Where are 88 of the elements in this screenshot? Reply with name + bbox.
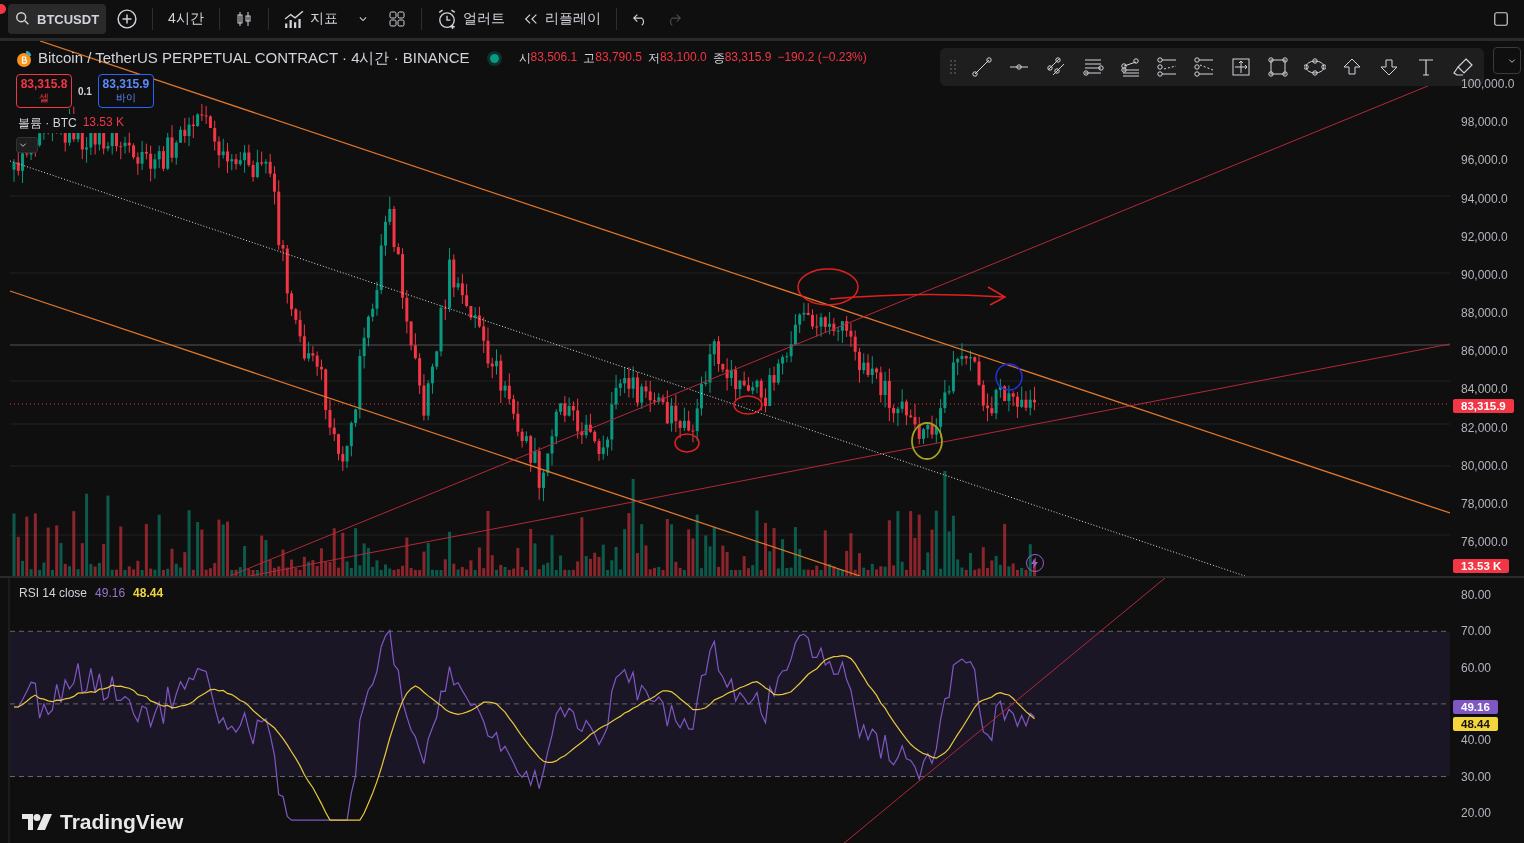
drawing-tool-button[interactable]: [1230, 56, 1252, 78]
rsi-tick: 40.00: [1461, 733, 1492, 748]
price-tick: 82,000.0: [1461, 420, 1508, 435]
price-tick: 96,000.0: [1461, 153, 1508, 168]
rsi-tick: 80.00: [1461, 588, 1492, 602]
ohlc-label: 시: [518, 50, 531, 67]
arrow-up-icon: [1341, 56, 1363, 78]
ohlc-value: 83,790.5: [595, 50, 642, 66]
arrow-down-icon: [1378, 56, 1400, 78]
drawing-tool-button[interactable]: [1156, 56, 1178, 78]
horizontal-ray-icon: [1008, 63, 1030, 71]
trend-line-icon: [971, 56, 993, 78]
fan-lines-icon: [1119, 56, 1141, 78]
drawing-tool-button[interactable]: [1045, 56, 1067, 78]
price-tick: 78,000.0: [1461, 496, 1508, 511]
rewind-icon: [522, 11, 539, 27]
last-price-badge: 83,315.9: [1453, 399, 1514, 413]
symbol-title: Bitcoin / TetherUS PERPETUAL CONTRACT · 4시간 · BINANCE: [38, 49, 470, 68]
ohlc-label: 종: [712, 50, 725, 67]
price-tick: 90,000.0: [1461, 267, 1508, 282]
symbol-search-button[interactable]: BTCUSDT: [8, 4, 107, 34]
annotation-circle: [733, 395, 763, 415]
order-quantity: 0.1: [78, 85, 92, 97]
buy-button[interactable]: 83,315.9 바이: [97, 74, 154, 108]
annotation-circle: [797, 268, 859, 306]
drawing-tool-button[interactable]: [1304, 56, 1326, 78]
price-tick: 98,000.0: [1461, 115, 1508, 130]
drawing-tool-button[interactable]: [1378, 56, 1400, 78]
replay-button[interactable]: 리플레이: [515, 4, 608, 34]
rsi-tick: 60.00: [1461, 660, 1492, 675]
rectangle-icon: [1267, 56, 1289, 78]
tradingview-logo-icon: [22, 814, 52, 830]
rsi-ma-value: 48.44: [133, 586, 164, 600]
rsi-tick: 70.00: [1461, 624, 1492, 639]
fib-extension-icon: [1193, 56, 1215, 78]
price-tick: 92,000.0: [1461, 229, 1508, 244]
drawing-tool-button[interactable]: [971, 56, 993, 78]
price-tick: 94,000.0: [1461, 191, 1508, 206]
ohlc-value: 83,506.1: [530, 50, 578, 66]
ohlc-label: 고: [583, 50, 596, 67]
rsi-ma-badge: 48.44: [1453, 717, 1498, 731]
parallel-lines-icon: [1045, 56, 1067, 78]
indicators-button[interactable]: 지표: [276, 4, 345, 34]
rsi-tick: 30.00: [1461, 769, 1492, 784]
ohlc-label: 저: [647, 50, 660, 67]
horizontal-lines-icon: [1082, 56, 1104, 78]
price-tick: 76,000.0: [1461, 535, 1508, 550]
sell-button[interactable]: 83,315.8 셀: [16, 74, 72, 108]
price-tick: 84,000.0: [1461, 382, 1508, 397]
square-icon: [1493, 11, 1509, 27]
ohlc-value: 83,315.9: [724, 50, 772, 66]
candlestick-icon: [234, 10, 253, 28]
price-tick: 80,000.0: [1461, 458, 1508, 473]
alarm-clock-icon: [436, 9, 457, 29]
rsi-label: RSI 14 close: [19, 586, 88, 600]
volume-badge: 13.53 K: [1453, 559, 1510, 573]
brand-name: TradingView: [60, 810, 184, 834]
drawing-tool-button[interactable]: [1267, 56, 1289, 78]
ellipse-icon: [1304, 56, 1326, 78]
drawing-tool-button[interactable]: [1119, 56, 1141, 78]
price-change: −190.2 (−0.23%): [777, 50, 867, 66]
price-tick: 86,000.0: [1461, 344, 1508, 359]
volume-value: 13.53 K: [82, 115, 125, 131]
drag-handle-icon: [950, 60, 956, 74]
chart-icon: [283, 9, 304, 29]
drawing-tool-button[interactable]: [1008, 63, 1030, 71]
annotation-circle: [911, 422, 943, 460]
interval-button[interactable]: 4시간: [161, 4, 211, 34]
ohlc-value: 83,100.0: [659, 50, 707, 66]
lightning-icon: [1030, 557, 1040, 569]
drawing-tool-button[interactable]: [1193, 56, 1215, 78]
price-tick: 88,000.0: [1461, 306, 1508, 321]
rsi-value-badge: 49.16: [1453, 700, 1498, 714]
frame-icon: [1230, 56, 1252, 78]
grid-icon: [387, 10, 406, 28]
coin-icon: [16, 50, 32, 67]
annotation-circle: [995, 363, 1023, 391]
drawing-tool-button[interactable]: [1341, 56, 1363, 78]
fib-lines-icon: [1156, 56, 1178, 78]
alert-button[interactable]: 얼러트: [429, 4, 512, 34]
rsi-tick: 20.00: [1461, 805, 1492, 820]
search-icon: [15, 11, 31, 27]
annotation-circle: [674, 433, 700, 453]
price-tick: 100,000.0: [1461, 77, 1515, 91]
drawing-tool-button[interactable]: [1082, 56, 1104, 78]
plus-icon: [117, 9, 138, 29]
volume-label: 볼륨 · BTC: [18, 115, 77, 132]
rsi-value: 49.16: [95, 586, 126, 600]
